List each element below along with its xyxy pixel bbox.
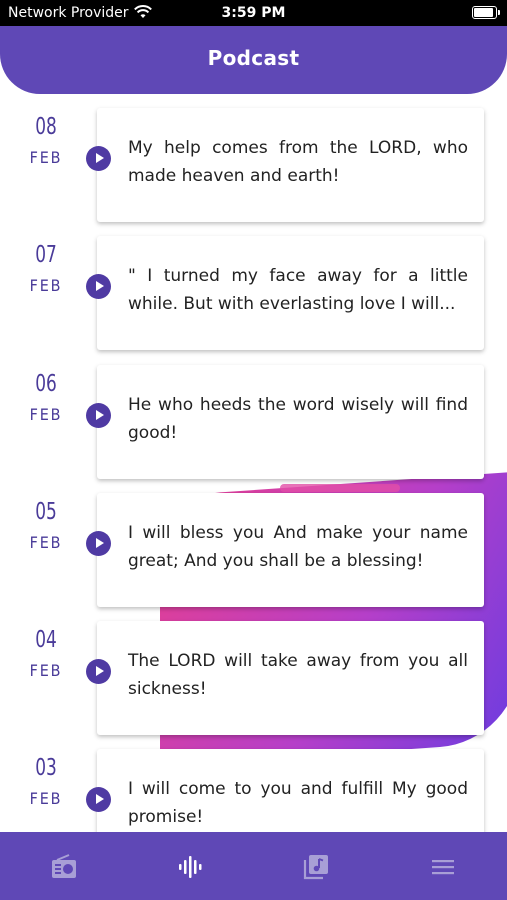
podcast-text: My help comes from the LORD, who made he…	[128, 138, 468, 186]
podcast-card[interactable]: " I turned my face away for a little whi…	[97, 236, 484, 350]
nav-podcast-button[interactable]	[175, 852, 205, 882]
list-item[interactable]: 07 FEB " I turned my face away for a lit…	[0, 222, 507, 350]
podcast-text: The LORD will take away from you all sic…	[128, 651, 468, 699]
date-day: 06	[35, 371, 57, 397]
status-time: 3:59 PM	[221, 5, 286, 21]
nav-radio-button[interactable]	[49, 852, 79, 882]
play-icon[interactable]	[86, 531, 111, 556]
list-item[interactable]: 03 FEB I will come to you and fulfill My…	[0, 735, 507, 832]
play-icon[interactable]	[86, 146, 111, 171]
podcast-card[interactable]: The LORD will take away from you all sic…	[97, 621, 484, 735]
date-month: FEB	[29, 148, 63, 167]
date-day: 03	[35, 755, 57, 781]
date-month: FEB	[29, 661, 63, 680]
play-icon[interactable]	[86, 274, 111, 299]
podcast-waveform-icon	[179, 856, 202, 878]
date-month: FEB	[29, 789, 63, 808]
play-icon[interactable]	[86, 787, 111, 812]
page-title: Podcast	[207, 46, 300, 70]
nav-menu-button[interactable]	[428, 852, 458, 882]
date-day: 05	[35, 499, 57, 525]
list-item[interactable]: 06 FEB He who heeds the word wisely will…	[0, 351, 507, 479]
podcast-card[interactable]: I will come to you and fulfill My good p…	[97, 749, 484, 832]
podcast-list[interactable]: 08 FEB My help comes from the LORD, who …	[0, 94, 507, 832]
list-item[interactable]: 08 FEB My help comes from the LORD, who …	[0, 94, 507, 222]
podcast-text: I will come to you and fulfill My good p…	[128, 779, 468, 827]
play-icon[interactable]	[86, 403, 111, 428]
date-day: 08	[35, 114, 57, 140]
list-item[interactable]: 04 FEB The LORD will take away from you …	[0, 607, 507, 735]
list-item[interactable]: 05 FEB I will bless you And make your na…	[0, 479, 507, 607]
battery-icon	[472, 6, 500, 19]
date-month: FEB	[29, 405, 63, 424]
bottom-nav	[0, 832, 507, 900]
radio-icon	[52, 854, 76, 878]
podcast-card[interactable]: I will bless you And make your name grea…	[97, 493, 484, 607]
date-day: 07	[35, 242, 57, 268]
podcast-card[interactable]: My help comes from the LORD, who made he…	[97, 108, 484, 222]
podcast-card[interactable]: He who heeds the word wisely will find g…	[97, 365, 484, 479]
podcast-text: I will bless you And make your name grea…	[128, 523, 468, 571]
menu-icon	[432, 860, 454, 875]
podcast-text: He who heeds the word wisely will find g…	[128, 395, 468, 443]
date-month: FEB	[29, 276, 63, 295]
date-day: 04	[35, 627, 57, 653]
status-bar: Network Provider 3:59 PM	[0, 0, 507, 26]
app-header: Podcast	[0, 26, 507, 94]
play-icon[interactable]	[86, 659, 111, 684]
date-month: FEB	[29, 533, 63, 552]
podcast-text: " I turned my face away for a little whi…	[128, 266, 468, 314]
music-library-icon	[303, 855, 328, 880]
nav-music-button[interactable]	[301, 852, 331, 882]
